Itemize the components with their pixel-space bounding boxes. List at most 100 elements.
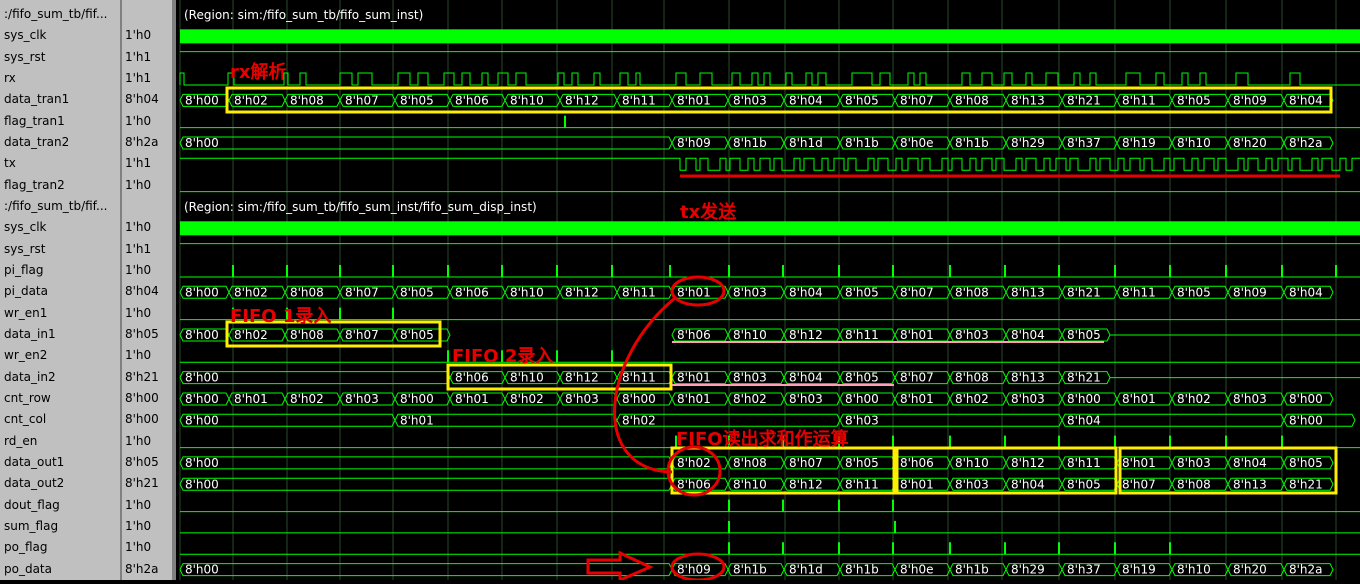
signal-name-13[interactable]: pi_data (4, 281, 118, 302)
wave-row-17-label-11: 8'h13 (1011, 371, 1045, 385)
signal-name-22[interactable]: data_out2 (4, 473, 118, 494)
signal-name-4[interactable]: data_tran1 (4, 89, 118, 110)
wave-row-15-label-6: 8'h10 (733, 328, 767, 342)
signal-name-panel: :/fifo_sum_tb/fif... sys_clk sys_rst rx data… (0, 0, 120, 580)
signal-value-0 (125, 4, 171, 25)
wave-row-18-label-12: 8'h00 (845, 392, 879, 406)
wave-row-17-segment-0 (179, 371, 451, 385)
wave-row-13-label-6: 8'h10 (510, 285, 544, 299)
wave-row-4-label-20: 8'h04 (1289, 93, 1323, 107)
signal-name-7[interactable]: tx (4, 153, 118, 174)
wave-row-19-label-0: 8'h00 (185, 413, 219, 427)
signal-value-2: 1'h1 (125, 49, 152, 64)
wave-row-26-label-9: 8'h19 (1122, 563, 1156, 577)
wave-row-26-label-8: 8'h37 (1067, 563, 1101, 577)
waveform-svg[interactable]: 8'h00 8'h02 8'h08 8'h07 8'h05 8'h06 8'h10 8'h12… (176, 0, 1360, 583)
wave-row-22-label-11: 8'h13 (1233, 477, 1267, 491)
signal-name-25[interactable]: po_flag (4, 537, 118, 558)
signal-name-2[interactable]: sys_rst (4, 47, 118, 68)
signal-name-14[interactable]: wr_en1 (4, 303, 118, 324)
wave-row-18-label-17: 8'h01 (1122, 392, 1156, 406)
wave-row-15-label-3: 8'h07 (345, 328, 379, 342)
signal-name-12[interactable]: pi_flag (4, 260, 118, 281)
wave-row-1-clock (180, 29, 1360, 44)
wave-row-18-label-1: 8'h01 (234, 392, 268, 406)
wave-row-4-label-11: 8'h04 (789, 93, 823, 107)
signal-name-6[interactable]: data_tran2 (4, 132, 118, 153)
region-header-1: (Region: sim:/fifo_sum_tb/fifo_sum_inst/… (184, 200, 537, 214)
wave-row-18-label-13: 8'h01 (900, 392, 934, 406)
wave-row-15-label-7: 8'h12 (789, 328, 823, 342)
signal-name-17[interactable]: data_in2 (4, 367, 118, 388)
wave-row-19-label-2: 8'h02 (622, 413, 656, 427)
wave-row-18-label-14: 8'h02 (955, 392, 989, 406)
signal-name-21[interactable]: data_out1 (4, 452, 118, 473)
wave-row-6-label-10: 8'h10 (1177, 136, 1211, 150)
wave-row-4-label-0: 8'h00 (185, 93, 219, 107)
wave-row-13-label-19: 8'h09 (1233, 285, 1267, 299)
wave-row-22-label-5: 8'h01 (900, 477, 934, 491)
wave-row-21-label-12: 8'h05 (1289, 456, 1323, 470)
wave-row-21-label-4: 8'h05 (845, 456, 879, 470)
signal-name-5[interactable]: flag_tran1 (4, 111, 118, 132)
signal-value-22: 8'h21 (125, 476, 159, 491)
wave-row-4-label-5: 8'h06 (455, 93, 489, 107)
wave-row-4-label-4: 8'h05 (400, 93, 434, 107)
wave-row-21-label-5: 8'h06 (900, 456, 934, 470)
annotation-fifo1_write: FIFO 1录入 (230, 306, 331, 327)
wave-row-17-label-10: 8'h08 (955, 371, 989, 385)
wave-row-6-label-1: 8'h09 (677, 136, 711, 150)
wave-row-7-trace (180, 157, 1360, 171)
signal-name-23[interactable]: dout_flag (4, 495, 118, 516)
signal-value-12: 1'h0 (125, 262, 152, 277)
wave-row-22-label-1: 8'h06 (677, 477, 711, 491)
wave-row-13-label-13: 8'h07 (900, 285, 934, 299)
wave-row-18-label-4: 8'h00 (400, 392, 434, 406)
wave-row-17-label-0: 8'h00 (185, 371, 219, 385)
signal-name-18[interactable]: cnt_row (4, 388, 118, 409)
signal-name-24[interactable]: sum_flag (4, 516, 118, 537)
signal-name-9[interactable]: :/fifo_sum_tb/fif... (4, 196, 118, 217)
wave-row-22-label-12: 8'h21 (1289, 477, 1323, 491)
signal-value-7: 1'h1 (125, 156, 152, 171)
wave-row-15-label-4: 8'h05 (400, 328, 434, 342)
wave-row-18-label-6: 8'h02 (510, 392, 544, 406)
wave-row-21-label-11: 8'h04 (1233, 456, 1267, 470)
signal-name-1[interactable]: sys_clk (4, 25, 118, 46)
wave-row-13-label-3: 8'h07 (345, 285, 379, 299)
wave-row-22-label-9: 8'h07 (1122, 477, 1156, 491)
wave-row-6-label-9: 8'h19 (1122, 136, 1156, 150)
signal-name-10[interactable]: sys_clk (4, 217, 118, 238)
wave-row-4-label-10: 8'h03 (733, 93, 767, 107)
wave-row-6-segment-0 (179, 136, 673, 150)
signal-name-16[interactable]: wr_en2 (4, 345, 118, 366)
signal-name-20[interactable]: rd_en (4, 431, 118, 452)
signal-value-11: 1'h1 (125, 241, 152, 256)
wave-row-21-label-0: 8'h00 (185, 456, 219, 470)
wave-row-13-label-16: 8'h21 (1067, 285, 1101, 299)
wave-row-22-label-6: 8'h03 (955, 477, 989, 491)
signal-name-0[interactable]: :/fifo_sum_tb/fif... (4, 4, 118, 25)
signal-name-11[interactable]: sys_rst (4, 239, 118, 260)
wave-row-10-clock (180, 221, 1360, 236)
wave-row-21-label-8: 8'h11 (1067, 456, 1101, 470)
annotation-tx_send: tx发送 (680, 201, 737, 223)
wave-row-17-label-12: 8'h21 (1067, 371, 1101, 385)
signal-value-6: 8'h2a (125, 134, 159, 149)
wave-row-4-label-14: 8'h08 (955, 93, 989, 107)
wave-row-13-label-17: 8'h11 (1122, 285, 1156, 299)
wave-row-4-label-17: 8'h11 (1122, 93, 1156, 107)
signal-name-19[interactable]: cnt_col (4, 409, 118, 430)
signal-value-4: 8'h04 (125, 92, 159, 107)
wave-row-18-label-3: 8'h03 (345, 392, 379, 406)
wave-row-6-label-6: 8'h1b (955, 136, 989, 150)
signal-name-8[interactable]: flag_tran2 (4, 175, 118, 196)
waveform-canvas[interactable]: 8'h00 8'h02 8'h08 8'h07 8'h05 8'h06 8'h10 8'h12… (176, 0, 1360, 583)
signal-value-3: 1'h1 (125, 70, 152, 85)
wave-row-15-label-12: 8'h05 (1067, 328, 1101, 342)
signal-name-26[interactable]: po_data (4, 559, 118, 580)
wave-row-18-label-7: 8'h03 (565, 392, 599, 406)
signal-name-15[interactable]: data_in1 (4, 324, 118, 345)
wave-row-26-label-10: 8'h10 (1177, 563, 1211, 577)
signal-name-3[interactable]: rx (4, 68, 118, 89)
